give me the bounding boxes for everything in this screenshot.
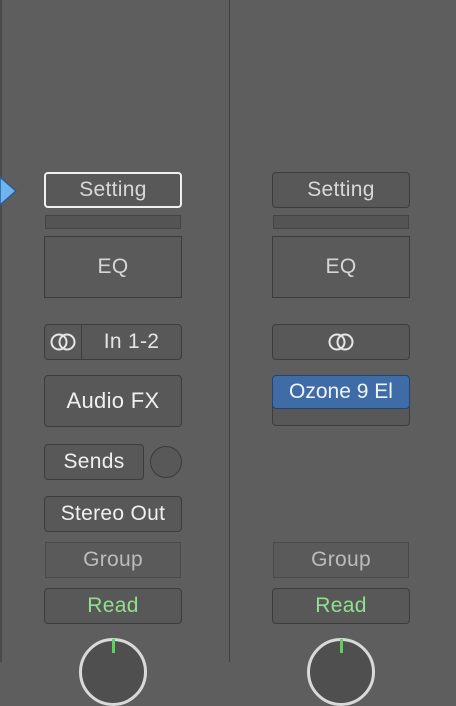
eq-display-left[interactable]: EQ <box>44 236 182 298</box>
automation-mode-right[interactable]: Read <box>272 588 410 624</box>
sends-slot-left[interactable]: Sends <box>44 444 144 480</box>
setting-button-right[interactable]: Setting <box>272 172 410 208</box>
group-slot-left[interactable]: Group <box>45 542 181 578</box>
output-slot-left[interactable]: Stereo Out <box>44 496 182 532</box>
group-slot-right[interactable]: Group <box>273 542 409 578</box>
stereo-link-icon[interactable] <box>44 324 82 360</box>
stereo-link-icon[interactable] <box>272 324 410 360</box>
gain-reduction-meter-left <box>45 215 181 229</box>
audio-fx-slot-left[interactable]: Audio FX <box>44 375 182 427</box>
pan-indicator-right <box>339 639 343 653</box>
strip-edge-left <box>0 0 2 662</box>
pan-knob-left[interactable] <box>79 638 147 706</box>
pan-knob-right[interactable] <box>307 638 375 706</box>
eq-display-right[interactable]: EQ <box>272 236 410 298</box>
plugin-slot-ozone[interactable]: Ozone 9 El <box>272 375 410 409</box>
send-level-knob[interactable] <box>150 446 182 478</box>
automation-mode-left[interactable]: Read <box>44 588 182 624</box>
pan-indicator-left <box>111 639 115 653</box>
input-slot-left[interactable]: In 1-2 <box>81 324 182 360</box>
channel-divider <box>229 0 230 662</box>
setting-button-left[interactable]: Setting <box>44 172 182 208</box>
gain-reduction-meter-right <box>273 215 409 229</box>
